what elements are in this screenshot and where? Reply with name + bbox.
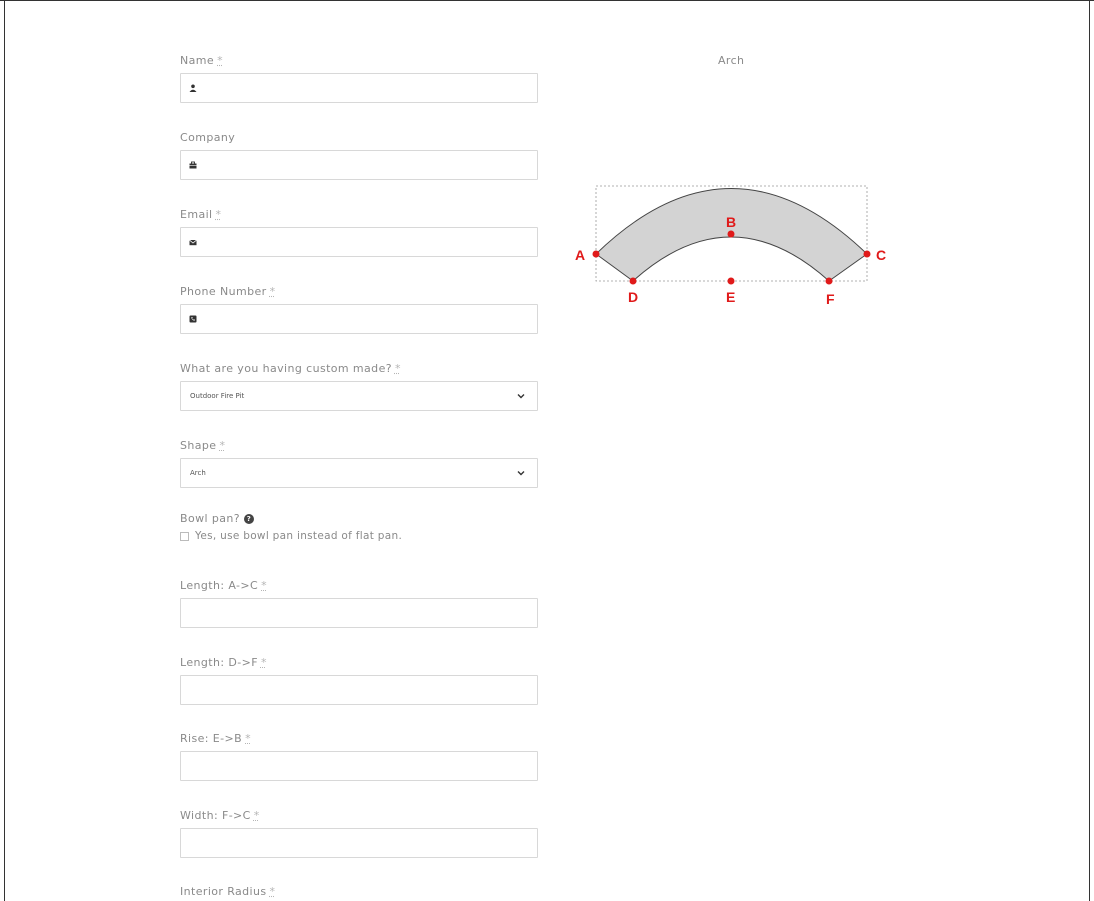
phone-icon <box>187 315 199 323</box>
point-a-label: A <box>575 247 585 263</box>
rise-eb-label: Rise: E->B * <box>180 732 251 745</box>
name-input[interactable] <box>180 73 538 103</box>
rise-eb-input[interactable] <box>180 751 538 781</box>
length-df-label: Length: D->F * <box>180 656 267 669</box>
bowl-pan-checkbox-label[interactable]: Yes, use bowl pan instead of flat pan. <box>195 530 402 542</box>
point-a-marker <box>592 250 600 258</box>
arch-diagram: A B C D E F <box>570 175 900 319</box>
phone-input[interactable] <box>180 304 538 334</box>
point-e-marker <box>727 277 735 285</box>
company-input[interactable] <box>180 150 538 180</box>
length-ac-label: Length: A->C * <box>180 579 268 592</box>
email-field: Email * <box>180 208 538 257</box>
chevron-down-icon <box>513 470 529 476</box>
envelope-icon <box>187 239 199 246</box>
custom-item-select[interactable]: Outdoor Fire Pit <box>180 381 538 411</box>
width-fc-input[interactable] <box>180 828 538 858</box>
shape-field: Shape * Arch <box>180 439 538 488</box>
shape-selected-value: Arch <box>190 469 206 477</box>
point-b-label: B <box>726 214 736 230</box>
bowl-pan-checkbox[interactable] <box>180 531 189 541</box>
person-icon <box>187 84 199 92</box>
width-fc-field: Width: F->C * <box>180 809 538 858</box>
interior-radius-label: Interior Radius * <box>180 885 276 898</box>
name-field: Name * <box>180 54 538 103</box>
phone-field: Phone Number * <box>180 285 538 334</box>
window-top-border <box>0 0 1094 1</box>
shape-label: Shape * <box>180 439 226 452</box>
point-f-marker <box>825 277 833 285</box>
point-f-label: F <box>826 291 835 307</box>
point-c-label: C <box>876 247 886 263</box>
bowl-pan-field: Bowl pan?? Yes, use bowl pan instead of … <box>180 512 538 542</box>
interior-radius-field: Interior Radius * <box>180 885 538 899</box>
name-label: Name * <box>180 54 223 67</box>
custom-item-field: What are you having custom made? * Outdoo… <box>180 362 538 411</box>
width-fc-label: Width: F->C * <box>180 809 260 822</box>
chevron-down-icon <box>513 393 529 399</box>
bowl-pan-label: Bowl pan?? <box>180 512 538 526</box>
length-ac-input[interactable] <box>180 598 538 628</box>
diagram-title: Arch <box>718 54 745 67</box>
email-input[interactable] <box>180 227 538 257</box>
point-e-label: E <box>726 289 735 305</box>
point-d-marker <box>629 277 637 285</box>
point-c-marker <box>863 250 871 258</box>
company-label: Company <box>180 131 236 144</box>
custom-item-selected-value: Outdoor Fire Pit <box>190 392 245 400</box>
phone-label: Phone Number * <box>180 285 276 298</box>
question-circle-icon[interactable]: ? <box>243 514 254 524</box>
custom-item-label: What are you having custom made? * <box>180 362 401 375</box>
briefcase-icon <box>187 161 199 169</box>
point-d-label: D <box>628 289 638 305</box>
shape-select[interactable]: Arch <box>180 458 538 488</box>
company-field: Company <box>180 131 538 180</box>
email-label: Email * <box>180 208 222 221</box>
length-df-input[interactable] <box>180 675 538 705</box>
rise-eb-field: Rise: E->B * <box>180 732 538 781</box>
length-ac-field: Length: A->C * <box>180 579 538 628</box>
window-left-border <box>4 0 5 901</box>
window-right-border <box>1089 0 1090 901</box>
length-df-field: Length: D->F * <box>180 656 538 705</box>
bowl-pan-option[interactable]: Yes, use bowl pan instead of flat pan. <box>180 530 402 542</box>
point-b-marker <box>727 230 735 238</box>
